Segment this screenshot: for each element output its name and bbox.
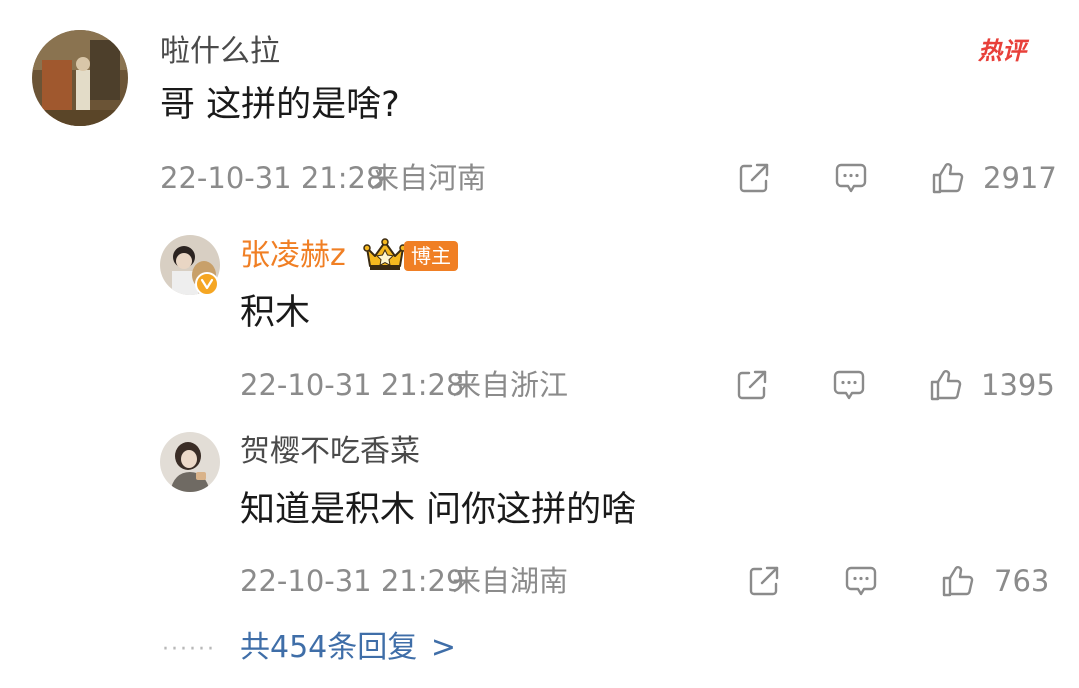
verified-badge-icon <box>195 272 219 296</box>
like-count: 763 <box>994 564 1050 598</box>
comment-icon[interactable] <box>831 367 867 403</box>
chevron-right-icon: > <box>430 630 456 665</box>
thumbs-up-icon[interactable] <box>928 367 964 403</box>
hot-comment-badge: 热评 <box>978 37 1026 65</box>
reply-timestamp: 22-10-31 21:28 <box>240 368 465 402</box>
comment-text: 哥 这拼的是啥? <box>160 85 400 125</box>
comment-timestamp: 22-10-31 21:28 <box>160 161 385 195</box>
reply-timestamp: 22-10-31 21:29 <box>240 564 465 598</box>
like-count: 1395 <box>981 368 1055 402</box>
divider-dots: ······ <box>162 637 216 662</box>
thumbs-up-icon[interactable] <box>930 160 966 196</box>
comment-icon[interactable] <box>843 563 879 599</box>
comment-username[interactable]: 啦什么拉 <box>160 34 280 70</box>
avatar[interactable] <box>32 30 128 126</box>
reply-location: 来自湖南 <box>452 564 569 598</box>
share-icon[interactable] <box>736 160 772 196</box>
avatar[interactable] <box>160 432 220 492</box>
more-replies-link[interactable]: 共454条回复 > <box>240 630 456 666</box>
share-icon[interactable] <box>734 367 770 403</box>
reply-username[interactable]: 张凌赫z <box>240 238 346 274</box>
thumbs-up-icon[interactable] <box>940 563 976 599</box>
reply-location: 来自浙江 <box>452 368 569 402</box>
reply-text: 积木 <box>240 293 311 333</box>
reply-username[interactable]: 贺樱不吃香菜 <box>240 434 420 470</box>
comment-location: 来自河南 <box>370 161 487 195</box>
like-count: 2917 <box>983 161 1057 195</box>
blogger-badge: 博主 <box>404 241 458 271</box>
crown-icon <box>363 238 407 272</box>
share-icon[interactable] <box>746 563 782 599</box>
reply-text: 知道是积木 问你这拼的啥 <box>240 490 637 530</box>
comment-icon[interactable] <box>833 160 869 196</box>
more-replies-label[interactable]: 共454条回复 <box>240 630 417 665</box>
